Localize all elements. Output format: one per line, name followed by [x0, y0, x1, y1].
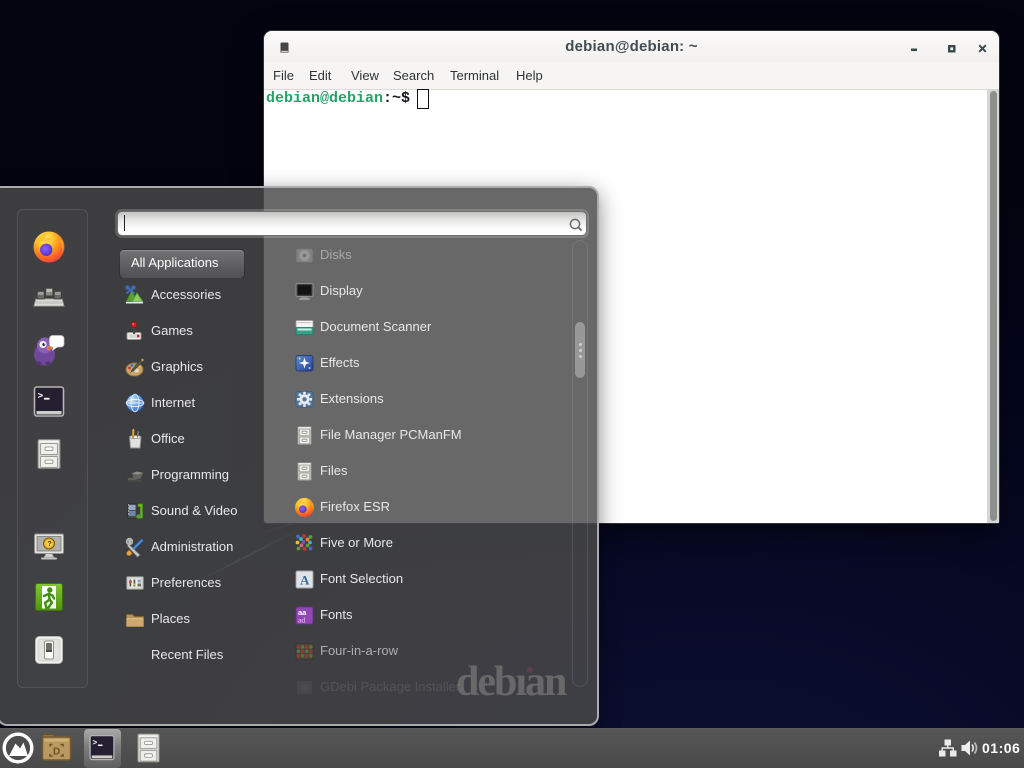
svg-text:A: A [300, 573, 310, 588]
svg-text:>: > [38, 391, 44, 402]
svg-text:>: > [93, 739, 98, 748]
svg-text:ad: ad [298, 616, 305, 625]
svg-text:?: ? [47, 541, 51, 548]
svg-text:D: D [53, 747, 60, 758]
